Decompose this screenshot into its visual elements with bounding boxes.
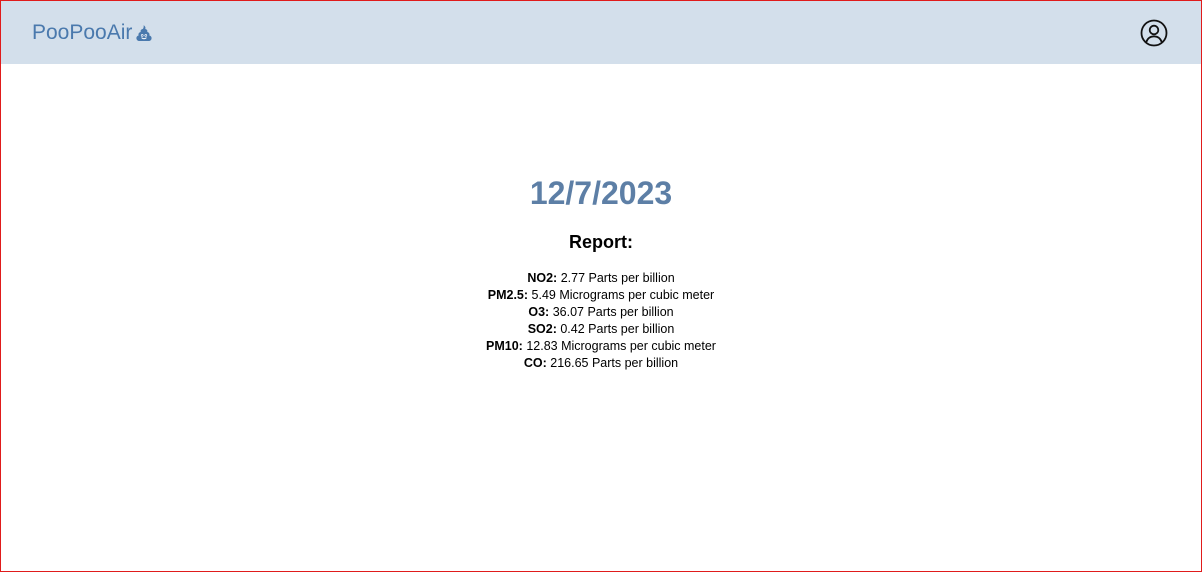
report-item-no2: NO2: 2.77 Parts per billion bbox=[1, 270, 1201, 287]
pollutant-label: PM10: bbox=[486, 339, 523, 353]
account-button[interactable] bbox=[1140, 19, 1168, 47]
pollutant-label: PM2.5: bbox=[487, 288, 529, 302]
pollutant-label: O3: bbox=[528, 305, 550, 319]
user-circle-icon bbox=[1140, 19, 1168, 47]
poo-icon bbox=[135, 24, 153, 42]
app-window: PooPooAir 12/7/2023 Report: NO2: 2.77 Pa… bbox=[0, 0, 1202, 572]
report-list: NO2: 2.77 Parts per billion PM2.5: 5.49 … bbox=[1, 270, 1201, 372]
pollutant-label: CO: bbox=[523, 356, 547, 370]
report-item-pm10: PM10: 12.83 Micrograms per cubic meter bbox=[1, 338, 1201, 355]
pollutant-value: 36.07 Parts per billion bbox=[549, 305, 674, 319]
report-item-co: CO: 216.65 Parts per billion bbox=[1, 355, 1201, 372]
pollutant-value: 216.65 Parts per billion bbox=[546, 356, 679, 370]
report-item-pm25: PM2.5: 5.49 Micrograms per cubic meter bbox=[1, 287, 1201, 304]
pollutant-value: 5.49 Micrograms per cubic meter bbox=[528, 288, 715, 302]
brand-name: PooPooAir bbox=[32, 21, 133, 44]
report-date: 12/7/2023 bbox=[529, 175, 673, 211]
report-heading: Report: bbox=[569, 232, 633, 252]
pollutant-label: NO2: bbox=[527, 271, 558, 285]
navbar: PooPooAir bbox=[1, 1, 1201, 64]
pollutant-label: SO2: bbox=[527, 322, 557, 336]
brand-link[interactable]: PooPooAir bbox=[32, 21, 153, 45]
pollutant-value: 2.77 Parts per billion bbox=[557, 271, 675, 285]
report-item-o3: O3: 36.07 Parts per billion bbox=[1, 304, 1201, 321]
pollutant-value: 12.83 Micrograms per cubic meter bbox=[522, 339, 716, 353]
pollutant-value: 0.42 Parts per billion bbox=[556, 322, 675, 336]
report-item-so2: SO2: 0.42 Parts per billion bbox=[1, 321, 1201, 338]
